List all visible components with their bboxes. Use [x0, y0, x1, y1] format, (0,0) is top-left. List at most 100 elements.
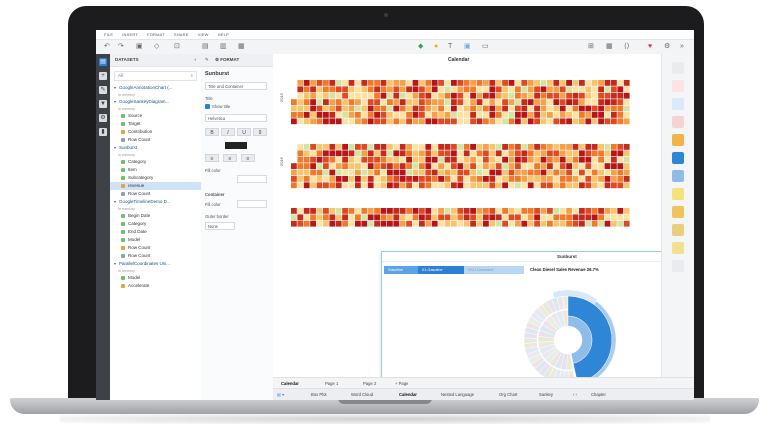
calendar-day-cell[interactable]	[457, 220, 464, 227]
calendar-day-cell[interactable]	[406, 176, 412, 182]
calendar-day-cell[interactable]	[476, 220, 483, 227]
calendar-day-cell[interactable]	[399, 105, 406, 112]
calendar-day-cell[interactable]	[316, 105, 323, 112]
calendar-day-cell[interactable]	[540, 150, 547, 157]
calendar-day-cell[interactable]	[367, 169, 374, 176]
calendar-day-cell[interactable]	[617, 176, 624, 182]
calendar-day-cell[interactable]	[572, 118, 579, 125]
italic-button[interactable]: I	[221, 128, 235, 136]
calendar-day-cell[interactable]	[623, 156, 630, 163]
calendar-day-cell[interactable]	[406, 150, 412, 157]
calendar-day-cell[interactable]	[297, 208, 304, 214]
save-icon[interactable]: ▣	[136, 43, 143, 51]
calendar-day-cell[interactable]	[559, 92, 566, 99]
calendar-day-cell[interactable]	[380, 163, 387, 169]
calendar-day-cell[interactable]	[316, 156, 323, 163]
calendar-day-cell[interactable]	[367, 176, 374, 182]
calendar-day-cell[interactable]	[374, 176, 380, 182]
calendar-day-cell[interactable]	[291, 112, 297, 118]
calendar-day-cell[interactable]	[387, 214, 393, 221]
calendar-day-cell[interactable]	[451, 86, 457, 93]
calendar-day-cell[interactable]	[323, 118, 329, 125]
calendar-day-cell[interactable]	[579, 182, 585, 189]
calendar-day-cell[interactable]	[419, 118, 425, 125]
calendar-day-cell[interactable]	[374, 169, 380, 176]
calendar-day-cell[interactable]	[540, 169, 547, 176]
calendar-day-cell[interactable]	[476, 86, 483, 93]
calendar-day-cell[interactable]	[553, 118, 560, 125]
calendar-day-cell[interactable]	[387, 150, 393, 157]
calendar-day-cell[interactable]	[540, 112, 547, 118]
calendar-day-cell[interactable]	[310, 118, 316, 125]
calendar-day-cell[interactable]	[521, 118, 528, 125]
calendar-day-cell[interactable]	[412, 156, 419, 163]
calendar-day-cell[interactable]	[585, 80, 592, 86]
calendar-day-cell[interactable]	[335, 144, 342, 150]
calendar-day-cell[interactable]	[611, 208, 617, 214]
calendar-day-cell[interactable]	[502, 176, 508, 182]
calendar-day-cell[interactable]	[355, 99, 361, 105]
calendar-day-cell[interactable]	[521, 86, 528, 93]
calendar-day-cell[interactable]	[502, 163, 508, 169]
calendar-day-cell[interactable]	[457, 144, 464, 150]
calendar-day-cell[interactable]	[387, 220, 393, 227]
calendar-day-cell[interactable]	[425, 150, 432, 157]
calendar-day-cell[interactable]	[335, 176, 342, 182]
calendar-day-cell[interactable]	[438, 176, 444, 182]
calendar-day-cell[interactable]	[495, 163, 502, 169]
calendar-day-cell[interactable]	[547, 169, 553, 176]
calendar-day-cell[interactable]	[476, 144, 483, 150]
bar-widget-icon[interactable]	[672, 188, 684, 200]
calendar-day-cell[interactable]	[572, 220, 579, 227]
calendar-day-cell[interactable]	[495, 112, 502, 118]
calendar-day-cell[interactable]	[515, 182, 521, 189]
calendar-day-cell[interactable]	[515, 80, 521, 86]
calendar-day-cell[interactable]	[348, 208, 355, 214]
calendar-day-cell[interactable]	[534, 208, 540, 214]
calendar-day-cell[interactable]	[540, 92, 547, 99]
calendar-day-cell[interactable]	[476, 99, 483, 105]
calendar-day-cell[interactable]	[463, 220, 470, 227]
calendar-day-cell[interactable]	[566, 220, 572, 227]
calendar-day-cell[interactable]	[470, 156, 476, 163]
calendar-day-cell[interactable]	[515, 208, 521, 214]
calendar-day-cell[interactable]	[463, 169, 470, 176]
calendar-day-cell[interactable]	[502, 208, 508, 214]
calendar-day-cell[interactable]	[623, 86, 630, 93]
calendar-day-cell[interactable]	[361, 112, 368, 118]
calendar-day-cell[interactable]	[329, 112, 336, 118]
calendar-day-cell[interactable]	[393, 80, 400, 86]
calendar-day-cell[interactable]	[387, 144, 393, 150]
calendar-day-cell[interactable]	[348, 112, 355, 118]
calendar-day-cell[interactable]	[483, 150, 489, 157]
calendar-day-cell[interactable]	[425, 176, 432, 182]
calendar-day-cell[interactable]	[393, 169, 400, 176]
calendar-day-cell[interactable]	[348, 144, 355, 150]
calendar-day-cell[interactable]	[572, 214, 579, 221]
calendar-day-cell[interactable]	[611, 112, 617, 118]
calendar-day-cell[interactable]	[515, 86, 521, 93]
calendar-day-cell[interactable]	[559, 169, 566, 176]
calendar-day-cell[interactable]	[303, 163, 310, 169]
calendar-day-cell[interactable]	[399, 112, 406, 118]
outer-border-select[interactable]: None	[205, 222, 235, 230]
calendar-day-cell[interactable]	[515, 118, 521, 125]
dataset-field[interactable]: Category	[110, 220, 201, 228]
calendar-day-cell[interactable]	[559, 220, 566, 227]
calendar-day-cell[interactable]	[412, 118, 419, 125]
calendar-day-cell[interactable]	[406, 118, 412, 125]
calendar-day-cell[interactable]	[303, 214, 310, 221]
calendar-day-cell[interactable]	[604, 169, 611, 176]
calendar-day-cell[interactable]	[335, 214, 342, 221]
calendar-day-cell[interactable]	[323, 144, 329, 150]
calendar-day-cell[interactable]	[527, 208, 534, 214]
calendar-day-cell[interactable]	[425, 220, 432, 227]
calendar-day-cell[interactable]	[367, 156, 374, 163]
calendar-day-cell[interactable]	[323, 80, 329, 86]
calendar-day-cell[interactable]	[399, 208, 406, 214]
calendar-day-cell[interactable]	[342, 169, 348, 176]
calendar-day-cell[interactable]	[444, 208, 451, 214]
calendar-day-cell[interactable]	[547, 176, 553, 182]
crumb-gasoline[interactable]: Gasoline	[384, 266, 418, 274]
calendar-day-cell[interactable]	[617, 214, 624, 221]
